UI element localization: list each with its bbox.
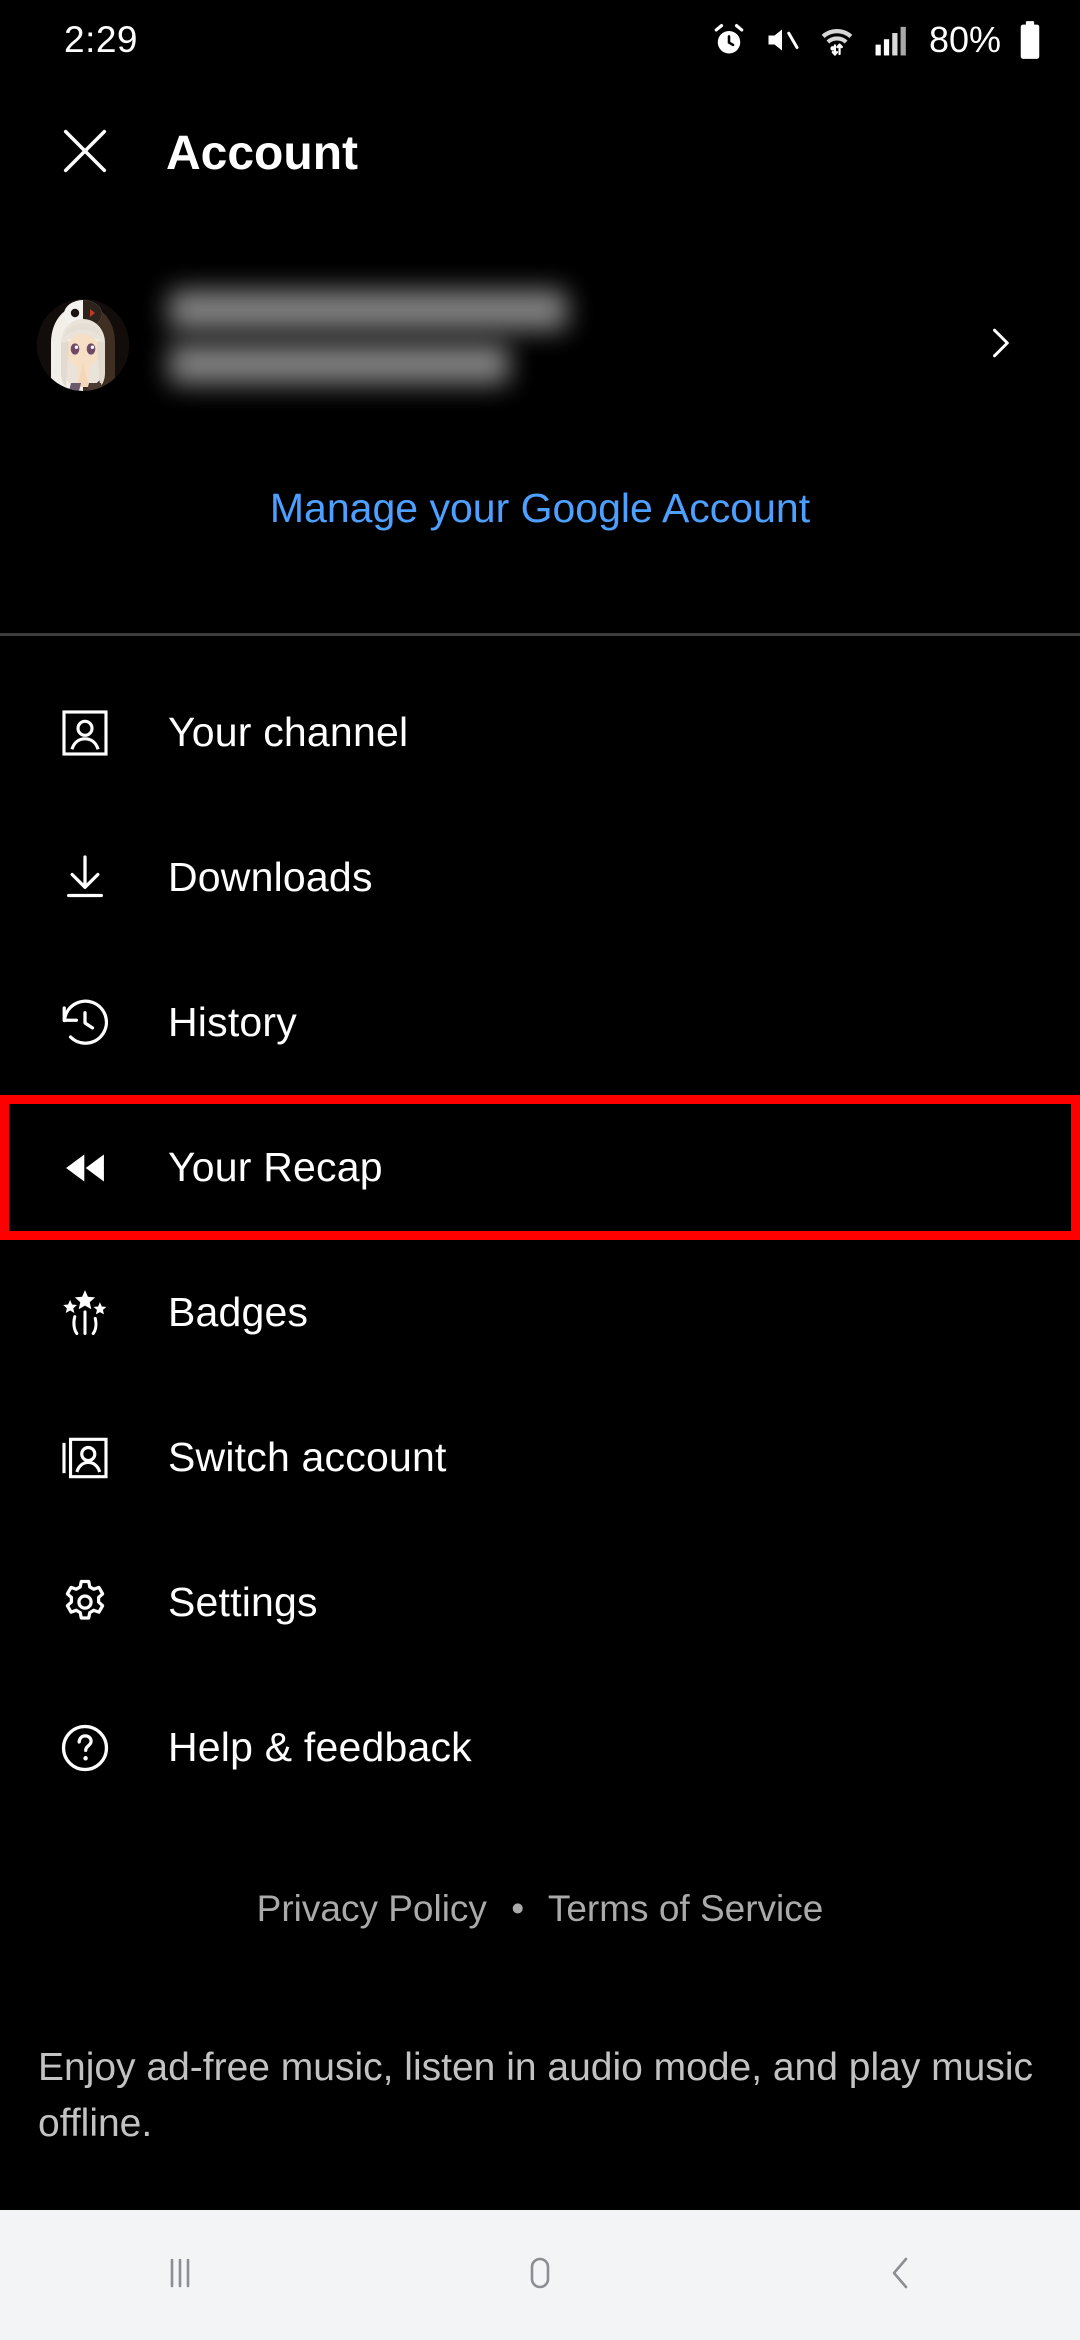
avatar-image	[37, 299, 129, 391]
history-clock-icon	[47, 985, 123, 1061]
menu-item-help-feedback[interactable]: Help & feedback	[0, 1675, 1080, 1820]
close-button[interactable]	[47, 115, 123, 191]
menu-item-label: Help & feedback	[168, 1724, 472, 1770]
sparkle-stars-icon	[47, 1275, 123, 1351]
menu-item-badges[interactable]: Badges	[0, 1240, 1080, 1385]
battery-icon	[1018, 21, 1042, 59]
recents-button[interactable]	[105, 2210, 255, 2340]
alarm-icon	[711, 22, 747, 58]
status-time: 2:29	[64, 19, 139, 60]
battery-percent-label: 80%	[928, 19, 1001, 60]
back-icon	[876, 2249, 924, 2302]
question-circle-icon	[47, 1710, 123, 1786]
page-title: Account	[166, 126, 358, 180]
account-row[interactable]	[0, 265, 1080, 425]
account-menu: Your channel Downloads History Your Reca…	[0, 660, 1080, 1820]
menu-item-label: Badges	[168, 1289, 309, 1335]
close-icon	[56, 122, 114, 185]
footer-links: Privacy Policy • Terms of Service	[0, 1888, 1080, 1930]
system-navigation-bar	[0, 2210, 1080, 2340]
download-icon	[47, 840, 123, 916]
menu-item-downloads[interactable]: Downloads	[0, 805, 1080, 950]
menu-item-label: Downloads	[168, 854, 373, 900]
menu-item-label: History	[168, 999, 297, 1045]
menu-item-switch-account[interactable]: Switch account	[0, 1385, 1080, 1530]
person-square-icon	[47, 695, 123, 771]
link-separator: •	[511, 1888, 525, 1929]
account-email-blurred	[169, 344, 509, 384]
switch-account-icon	[47, 1420, 123, 1496]
menu-item-label: Your Recap	[168, 1144, 383, 1190]
app-header: Account	[0, 108, 1080, 198]
promo-text: Enjoy ad-free music, listen in audio mod…	[38, 2046, 1033, 2145]
recents-icon	[156, 2249, 204, 2302]
status-icons: 80%	[711, 19, 1042, 61]
wifi-icon	[817, 22, 857, 58]
menu-item-your-channel[interactable]: Your channel	[0, 660, 1080, 805]
back-button[interactable]	[825, 2210, 975, 2340]
chevron-right-icon	[978, 321, 1022, 370]
section-divider	[0, 633, 1080, 636]
home-icon	[516, 2249, 564, 2302]
account-name-blurred	[169, 290, 567, 330]
status-bar: 2:29 80%	[0, 0, 1080, 80]
gear-icon	[47, 1565, 123, 1641]
menu-item-label: Your channel	[168, 709, 409, 755]
manage-google-account-link[interactable]: Manage your Google Account	[0, 485, 1080, 532]
menu-item-settings[interactable]: Settings	[0, 1530, 1080, 1675]
signal-icon	[874, 23, 908, 57]
youtube-music-account-screen: 2:29 80% Account Manage your Google Acco…	[0, 0, 1080, 2340]
avatar[interactable]	[37, 299, 129, 391]
menu-item-label: Settings	[168, 1579, 318, 1625]
menu-item-label: Switch account	[168, 1434, 447, 1480]
account-chevron-button[interactable]	[965, 310, 1035, 380]
terms-of-service-link[interactable]: Terms of Service	[548, 1888, 824, 1929]
menu-item-history[interactable]: History	[0, 950, 1080, 1095]
mute-icon	[764, 22, 800, 58]
account-identity-redacted	[169, 286, 965, 404]
home-button[interactable]	[465, 2210, 615, 2340]
privacy-policy-link[interactable]: Privacy Policy	[257, 1888, 487, 1929]
menu-item-your-recap[interactable]: Your Recap	[0, 1095, 1080, 1240]
rewind-icon	[47, 1130, 123, 1206]
